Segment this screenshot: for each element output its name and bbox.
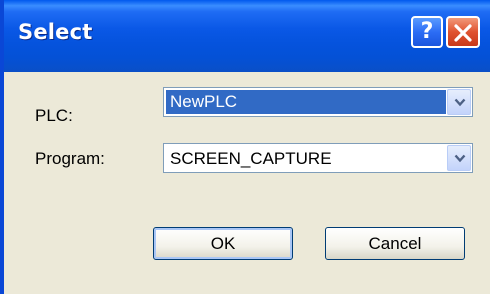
program-label: Program:: [35, 149, 105, 168]
title-bar[interactable]: Select ?: [4, 0, 490, 72]
chevron-down-icon: [454, 98, 466, 107]
close-button[interactable]: [446, 16, 480, 48]
select-dialog: Select ? PLC: NewPLC Program: SCREEN_CAP…: [0, 0, 490, 294]
help-button[interactable]: ?: [411, 16, 443, 48]
cancel-button[interactable]: Cancel: [325, 227, 465, 260]
plc-selected-value: NewPLC: [166, 90, 446, 114]
program-selected-value: SCREEN_CAPTURE: [170, 149, 332, 168]
plc-dropdown[interactable]: NewPLC: [163, 87, 473, 117]
plc-dropdown-arrow[interactable]: [447, 89, 471, 115]
question-mark-icon: ?: [420, 19, 434, 44]
program-dropdown[interactable]: SCREEN_CAPTURE: [163, 143, 473, 173]
ok-button[interactable]: OK: [153, 227, 293, 260]
dialog-title: Select: [18, 20, 93, 44]
plc-label: PLC:: [35, 106, 73, 125]
close-x-icon: [454, 24, 472, 42]
program-dropdown-arrow[interactable]: [447, 145, 471, 171]
chevron-down-icon: [454, 154, 466, 163]
